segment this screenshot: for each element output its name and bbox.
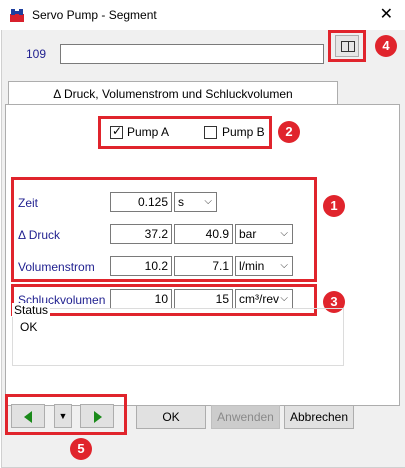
ok-button[interactable]: OK bbox=[136, 405, 206, 429]
chevron-down-icon: ⌵ bbox=[280, 228, 288, 239]
volumenstrom-input-a[interactable]: 10.2 bbox=[110, 256, 172, 276]
segment-label: 109 bbox=[26, 47, 47, 61]
cancel-button[interactable]: Abbrechen bbox=[284, 405, 354, 429]
druck-unit-value: bar bbox=[239, 227, 257, 241]
window-title: Servo Pump - Segment bbox=[32, 8, 157, 22]
zeit-unit-select[interactable]: s ⌵ bbox=[174, 192, 217, 212]
volumenstrom-unit-select[interactable]: l/min ⌵ bbox=[235, 256, 293, 276]
chevron-down-icon: ⌵ bbox=[280, 293, 288, 304]
badge-1: 1 bbox=[323, 195, 345, 217]
schluckvolumen-input-a[interactable]: 10 bbox=[110, 289, 172, 309]
druck-unit-select[interactable]: bar ⌵ bbox=[235, 224, 293, 244]
apply-button[interactable]: Anwenden bbox=[211, 405, 280, 429]
schluckvolumen-unit-select[interactable]: cm³/rev ⌵ bbox=[235, 289, 293, 309]
zeit-input[interactable]: 0.125 bbox=[110, 192, 172, 212]
status-group bbox=[12, 308, 344, 366]
highlight-box-2 bbox=[98, 116, 272, 149]
volumenstrom-unit-value: l/min bbox=[239, 259, 265, 273]
zeit-unit-value: s bbox=[178, 195, 184, 209]
tab-druck-volumenstrom[interactable]: Δ Druck, Volumenstrom und Schluckvolumen bbox=[8, 81, 338, 106]
schluckvolumen-unit-value: cm³/rev bbox=[239, 292, 279, 306]
title-bar: Servo Pump - Segment ✕ bbox=[0, 0, 405, 30]
status-value: OK bbox=[20, 320, 38, 334]
pump-app-icon bbox=[10, 9, 24, 22]
close-icon[interactable]: ✕ bbox=[380, 4, 393, 24]
chevron-down-icon: ⌵ bbox=[204, 196, 212, 207]
dialog-window: Servo Pump - Segment ✕ 109 4 Δ Druck, Vo… bbox=[0, 0, 405, 468]
schluckvolumen-input-b[interactable]: 15 bbox=[174, 289, 233, 309]
druck-input-a[interactable]: 37.2 bbox=[110, 224, 172, 244]
chevron-down-icon: ⌵ bbox=[280, 260, 288, 271]
volumenstrom-label: Volumenstrom bbox=[18, 260, 95, 274]
highlight-box-5 bbox=[5, 394, 127, 435]
druck-label: Δ Druck bbox=[18, 228, 61, 242]
zeit-label: Zeit bbox=[18, 196, 39, 210]
status-title: Status bbox=[12, 303, 51, 317]
badge-2: 2 bbox=[278, 121, 300, 143]
volumenstrom-input-b[interactable]: 7.1 bbox=[174, 256, 233, 276]
segment-name-input[interactable] bbox=[60, 44, 324, 64]
badge-4: 4 bbox=[375, 35, 397, 57]
druck-input-b[interactable]: 40.9 bbox=[174, 224, 233, 244]
highlight-box-4 bbox=[328, 30, 366, 62]
badge-5: 5 bbox=[70, 438, 92, 460]
dialog-body: 109 4 Δ Druck, Volumenstrom und Schluckv… bbox=[1, 30, 405, 468]
